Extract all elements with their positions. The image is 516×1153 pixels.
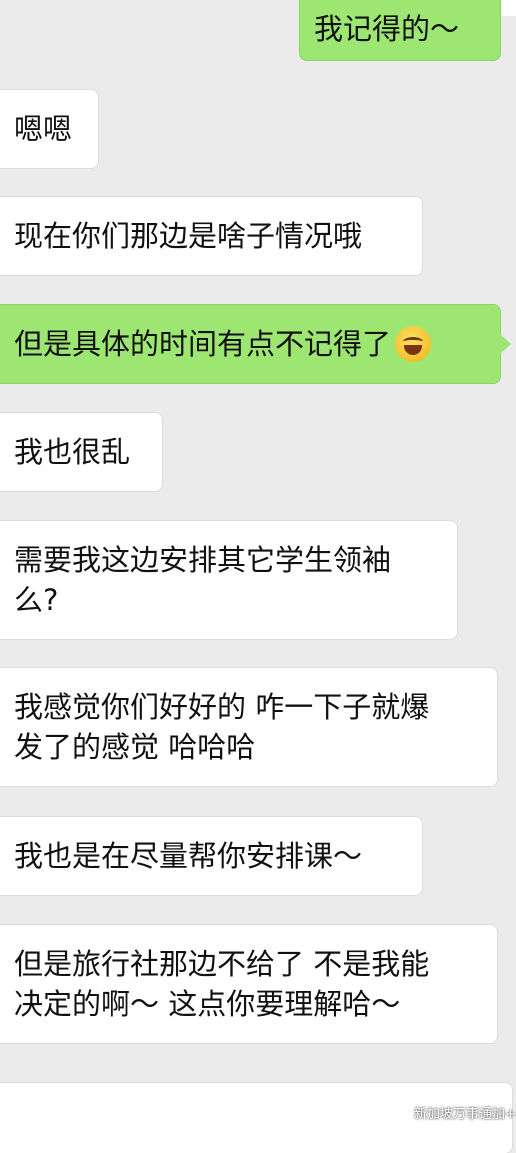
message-bubble-incoming[interactable]: 嗯嗯 [0, 90, 98, 168]
message-bubble-incoming[interactable]: 我感觉你们好好的 咋一下子就爆 发了的感觉 哈哈哈 [0, 668, 497, 786]
message-text-line: 需要我这边安排其它学生领袖 [14, 543, 392, 577]
watermark-text: 新加坡万事通加+ [414, 1106, 516, 1122]
message-text-line: 但是旅行社那边不给了 不是我能 [14, 947, 430, 981]
message-text-line: 么? [14, 583, 59, 617]
message-text: 嗯嗯 [14, 112, 73, 146]
message-bubble-outgoing[interactable]: 我记得的～ [300, 0, 500, 60]
message-text-line: 发了的感觉 哈哈哈 [14, 730, 256, 764]
message-text-line: 决定的啊～ 这点你要理解哈～ [14, 987, 401, 1021]
message-text: 我记得的～ [314, 12, 460, 46]
message-text: 现在你们那边是啥子情况哦 [14, 219, 363, 253]
message-bubble-incoming[interactable]: 我也是在尽量帮你安排课～ [0, 817, 422, 895]
wechat-logo-icon [382, 1101, 409, 1123]
laughing-tears-icon [395, 326, 432, 362]
message-bubble-incoming[interactable]: 现在你们那边是啥子情况哦 [0, 197, 422, 275]
watermark: 新加坡万事通加+ [382, 1100, 516, 1124]
message-bubble-incoming[interactable]: 我也很乱 [0, 413, 162, 491]
message-bubble-incoming[interactable]: 但是旅行社那边不给了 不是我能 决定的啊～ 这点你要理解哈～ [0, 925, 497, 1043]
message-bubble-incoming[interactable]: 需要我这边安排其它学生领袖 么? [0, 521, 457, 639]
message-bubble-outgoing[interactable]: 但是具体的时间有点不记得了 [0, 305, 500, 383]
message-text: 我也是在尽量帮你安排课～ [14, 839, 363, 873]
bubble-tail [500, 334, 511, 354]
message-text: 我也很乱 [14, 435, 131, 469]
message-text-line: 我感觉你们好好的 咋一下子就爆 [14, 690, 430, 724]
message-text: 但是具体的时间有点不记得了 [14, 327, 392, 361]
